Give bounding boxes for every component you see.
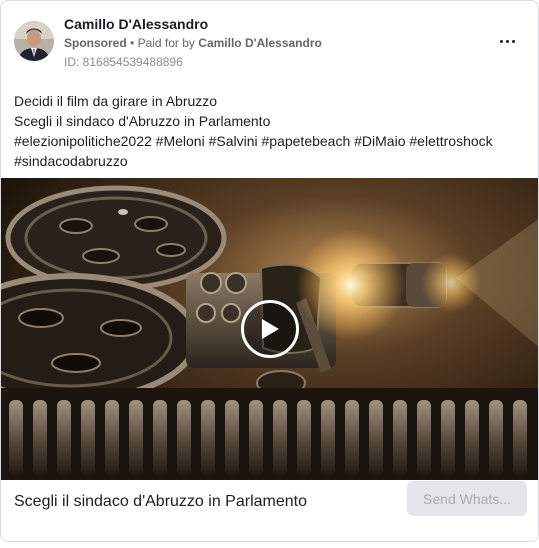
ad-id: ID: 816854539488896: [64, 55, 183, 69]
post-hashtags[interactable]: #elezionipolitiche2022 #Meloni #Salvini …: [14, 131, 524, 151]
ad-headline[interactable]: Scegli il sindaco d'Abruzzo in Parlament…: [14, 493, 307, 511]
play-button[interactable]: [241, 300, 299, 358]
avatar-photo: [14, 21, 54, 61]
separator-dot: •: [130, 36, 135, 50]
post-text: Decidi il film da girare in Abruzzo Sceg…: [14, 91, 524, 171]
send-whatsapp-button[interactable]: Send Whats...: [407, 481, 527, 516]
paid-for-prefix: Paid for by: [137, 36, 195, 50]
post-hashtags[interactable]: #sindacodabruzzo: [14, 151, 524, 171]
play-icon: [262, 319, 279, 339]
ad-footer: Scegli il sindaco d'Abruzzo in Parlament…: [1, 480, 538, 541]
ad-card: Camillo D'Alessandro Sponsored • Paid fo…: [0, 0, 539, 542]
avatar[interactable]: [14, 21, 54, 61]
paid-for-name[interactable]: Camillo D'Alessandro: [198, 36, 322, 50]
sponsored-label: Sponsored: [64, 36, 127, 50]
sponsored-line: Sponsored • Paid for by Camillo D'Alessa…: [64, 36, 322, 50]
advertiser-name[interactable]: Camillo D'Alessandro: [64, 16, 208, 32]
post-line: Scegli il sindaco d'Abruzzo in Parlament…: [14, 113, 271, 129]
film-reel-top: [5, 185, 227, 291]
more-options-button[interactable]: [494, 29, 520, 53]
more-horizontal-icon: [499, 39, 503, 43]
post-line: Decidi il film da girare in Abruzzo: [14, 93, 218, 109]
